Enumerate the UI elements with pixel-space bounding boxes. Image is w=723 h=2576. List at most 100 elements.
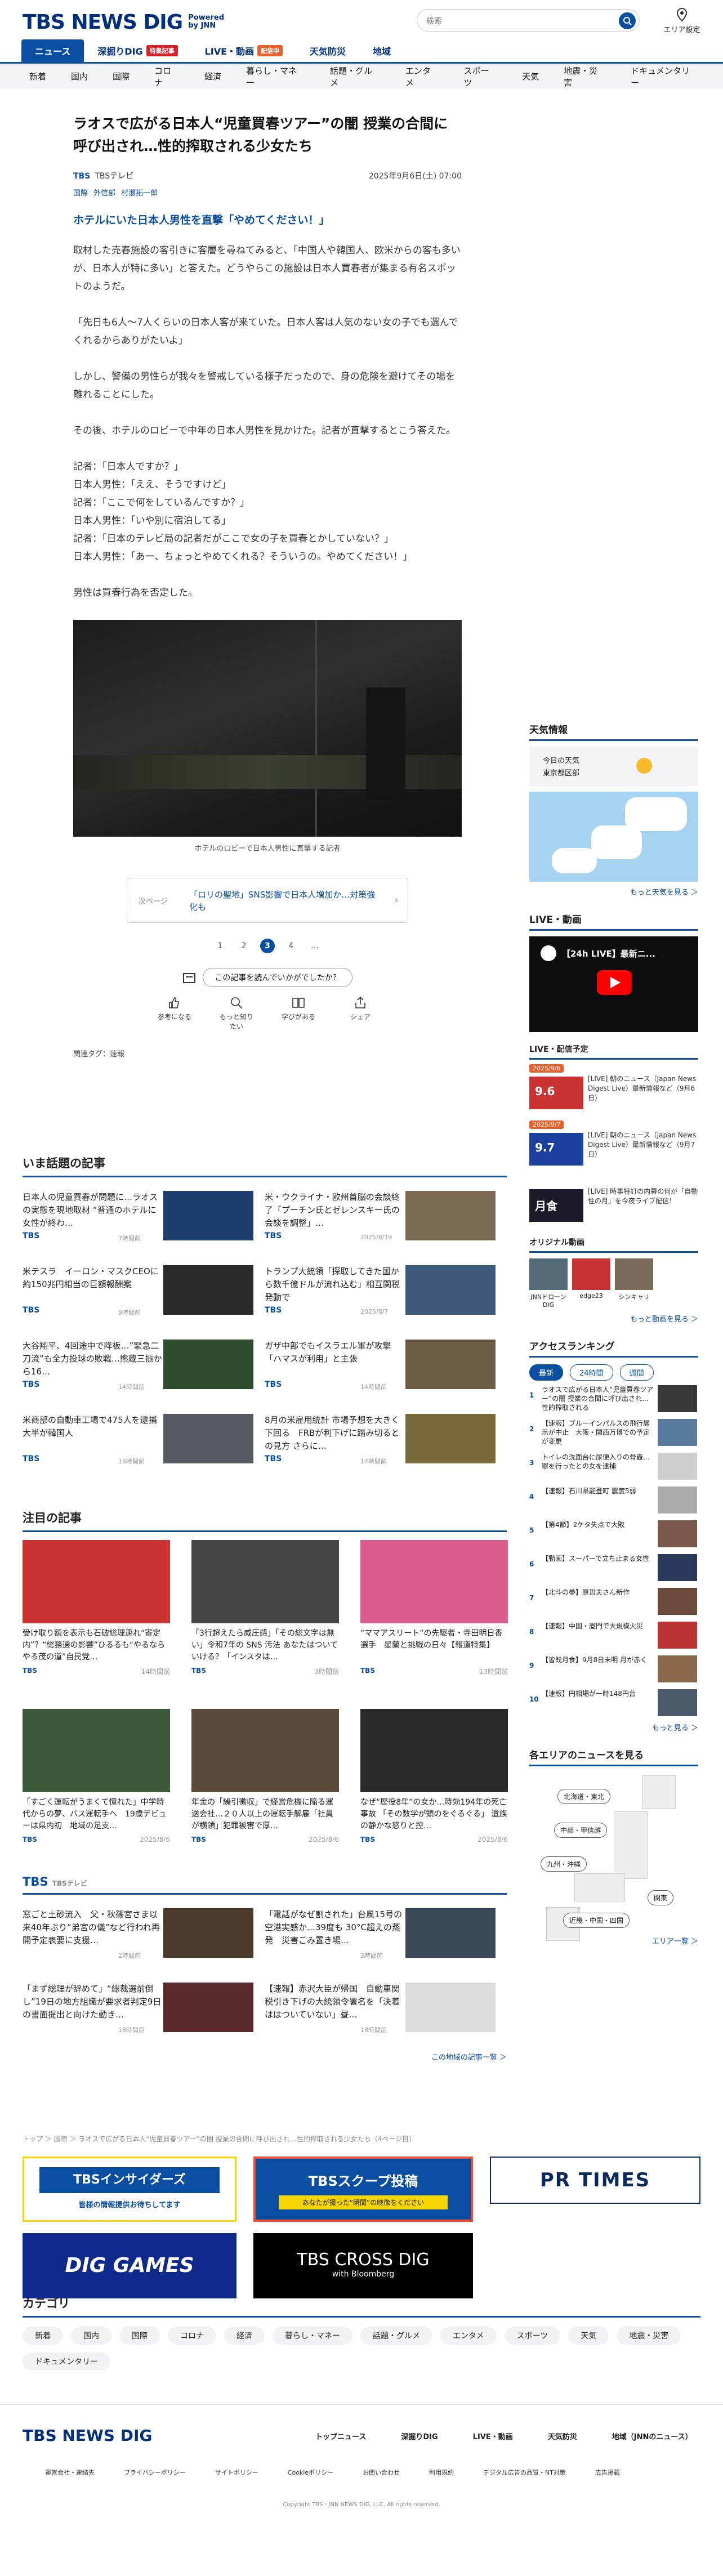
share-button[interactable]: シェア	[341, 996, 380, 1031]
category-link[interactable]: 暮らし・マネー	[246, 65, 305, 88]
category-chip[interactable]: コロナ	[168, 2327, 216, 2345]
tag-link[interactable]: 外信部	[93, 189, 115, 198]
category-link[interactable]: 経済	[204, 70, 221, 82]
weather-more-link[interactable]: もっと天気を見る ＞	[529, 886, 698, 897]
footer-nav-link[interactable]: LIVE・動画	[473, 2431, 513, 2441]
list-item[interactable]: 日本人の児童買春が問題に…ラオスの実態を現地取材 “普通のホテルに女性が終わ… T…	[23, 1185, 265, 1260]
ranking-item[interactable]: 4 【速報】石川県能登町 震度5弱	[529, 1486, 698, 1516]
card[interactable]: 受け取り額を表示も石破総理連れ“寄定内”？“総務選の影響”ひるるも“やるならやる…	[23, 1540, 191, 1709]
footer-link[interactable]: 運営会社・連絡先	[45, 2468, 95, 2477]
footer-nav-link[interactable]: トップニュース	[315, 2431, 366, 2441]
list-item[interactable]: 「電話がなぜ割された」台風15号の空港実感か…39度も 30°C超えの蒸発 災害…	[265, 1903, 507, 1977]
card[interactable]: “ママアスリート”の先駆者・寺田明日香選手 星蘭と挑戦の日々【報道特集】 TBS 1…	[360, 1540, 529, 1709]
tab-news[interactable]: ニュース	[21, 39, 84, 62]
area-button[interactable]: 関東	[648, 1890, 674, 1905]
search-button[interactable]	[619, 12, 636, 29]
footer-nav-link[interactable]: 深掘りDIG	[401, 2431, 438, 2441]
original-more-link[interactable]: もっと動画を見る ＞	[529, 1313, 698, 1324]
category-link[interactable]: 国際	[113, 70, 130, 82]
list-item[interactable]: 米・ウクライナ・欧州首脳の会談終了「プーチン氏とゼレンスキー氏の会談を調整」… T…	[265, 1185, 507, 1260]
footer-nav-link[interactable]: 天気防災	[548, 2431, 577, 2441]
weather-map[interactable]	[529, 792, 698, 882]
ranking-tab[interactable]: 週間	[619, 1364, 654, 1381]
area-button[interactable]: 九州・沖縄	[541, 1856, 587, 1872]
react-learn-button[interactable]: 学びがある	[279, 996, 318, 1031]
page-link[interactable]: 1	[213, 939, 227, 953]
original-item[interactable]: シンキャリ	[615, 1258, 653, 1309]
tab-weather[interactable]: 天気防災	[296, 39, 359, 62]
card[interactable]: 「3行超えたら威圧感」「その総文字は無い」令和7年の SNS 汚法 あなたはつい…	[191, 1540, 360, 1709]
list-item[interactable]: 大谷翔平、4回途中で降板…”緊急二刀流”も全力投球の敗戦…熊蔵三振から16… TB…	[23, 1334, 265, 1408]
category-link[interactable]: エンタメ	[405, 65, 439, 88]
footer-link[interactable]: お問い合わせ	[363, 2468, 400, 2477]
search-input[interactable]	[426, 14, 606, 28]
ranking-item[interactable]: 6 【動画】スーパーで立ち止まる女性	[529, 1554, 698, 1583]
category-link[interactable]: ドキュメンタリー	[631, 65, 698, 88]
category-chip[interactable]: ドキュメンタリー	[23, 2352, 110, 2370]
ranking-tab[interactable]: 最新	[529, 1364, 564, 1381]
category-chip[interactable]: 経済	[224, 2327, 265, 2345]
next-page-link[interactable]: 次ページ 「ロリの聖地」SNS影響で日本人増加か…対策強化も ›	[127, 878, 408, 923]
category-chip[interactable]: エンタメ	[440, 2327, 497, 2345]
site-logo[interactable]: TBS NEWS DIG Powered by JNN	[23, 9, 224, 35]
dig-games-banner[interactable]: DIG GAMES	[23, 2233, 236, 2298]
footer-link[interactable]: 広告掲載	[595, 2468, 620, 2477]
tag-link[interactable]: 国際	[73, 189, 88, 198]
page-link-current[interactable]: 3	[260, 939, 275, 953]
ranking-item[interactable]: 8 【速報】中国・厦門で大規模火災	[529, 1622, 698, 1651]
category-chip[interactable]: 地震・災害	[617, 2327, 681, 2345]
category-chip[interactable]: 国内	[71, 2327, 111, 2345]
footer-link[interactable]: Cookieポリシー	[288, 2468, 333, 2477]
list-item[interactable]: 8月の米雇用統計 市場予想を大きく下回る FRBが利下げに踏み切るとの見方 さら…	[265, 1408, 507, 1483]
area-button[interactable]: 北海道・東北	[557, 1789, 611, 1804]
scoop-banner[interactable]: TBSスクープ投稿 あなたが撮った“瞬間”の映像をください	[253, 2157, 473, 2222]
category-chip[interactable]: 話題・グルメ	[360, 2327, 432, 2345]
category-chip[interactable]: 暮らし・マネー	[273, 2327, 352, 2345]
category-chip[interactable]: 天気	[568, 2327, 609, 2345]
tab-live[interactable]: LIVE・動画 配信中	[191, 39, 296, 62]
card[interactable]: 年金の「繰引徴収」で経営危機に陥る運送会社…２０人以上の運転手解雇「社員が横領」…	[191, 1709, 360, 1878]
list-item[interactable]: 窓ごと土砂流入 父・秋篠宮さま以来40年ぶり“弟宮の儀”など行われ再開予定表要に…	[23, 1903, 265, 1977]
ranking-item[interactable]: 9 【皆既月食】9月8日未明 月が赤く	[529, 1655, 698, 1685]
schedule-item[interactable]: 月食 [LIVE] 時事特訂の内幕の何が「自動性の月」を今夜ライブ配信！	[529, 1177, 698, 1229]
area-button[interactable]: 中部・甲信越	[554, 1823, 608, 1838]
ranking-item[interactable]: 10 【速報】円相場が一時148円台	[529, 1689, 698, 1718]
list-item[interactable]: 米商部の自動車工場で475人を逮捕 大半が韓国人 TBS 16時間前	[23, 1408, 265, 1483]
tab-region[interactable]: 地域	[359, 39, 404, 62]
list-item[interactable]: 米テスラ イーロン・マスクCEOに約150兆円相当の巨額報酬案 TBS 9時間前	[23, 1260, 265, 1334]
original-item[interactable]: JNNドローンDIG	[529, 1258, 568, 1309]
react-more-button[interactable]: もっと知りたい	[217, 996, 256, 1031]
ranking-item[interactable]: 2 【速報】ブルーインパルスの飛行展示が中止 大阪・関西万博での予定が変更	[529, 1419, 698, 1448]
category-chip[interactable]: 新着	[23, 2327, 63, 2345]
category-link[interactable]: 国内	[71, 70, 88, 82]
page-link[interactable]: 2	[236, 939, 251, 953]
category-chip[interactable]: 国際	[119, 2327, 160, 2345]
category-link[interactable]: スポーツ	[463, 65, 497, 88]
category-chip[interactable]: スポーツ	[504, 2327, 561, 2345]
card[interactable]: 「すごく運転がうまくて憧れた」中学時代からの夢、バス運転手へ 19歳デビューは県…	[23, 1709, 191, 1878]
ranking-more-link[interactable]: もっと見る ＞	[529, 1722, 698, 1733]
ranking-item[interactable]: 1 ラオスで広がる日本人“児童買春ツアー”の闇 授業の合間に呼び出され…性的搾取さ…	[529, 1385, 698, 1414]
footer-link[interactable]: プライバシーポリシー	[124, 2468, 186, 2477]
category-link[interactable]: コロナ	[154, 65, 180, 88]
prtimes-banner[interactable]: PR TIMES	[490, 2157, 700, 2204]
insiders-banner[interactable]: TBSインサイダーズ 皆様の情報提供お待ちしてます	[23, 2157, 236, 2222]
source-name[interactable]: TBSテレビ	[95, 172, 133, 181]
react-helpful-button[interactable]: 参考になる	[155, 996, 194, 1031]
ranking-tab[interactable]: 24時間	[570, 1364, 613, 1381]
original-item[interactable]: edge23	[572, 1258, 610, 1309]
weather-widget[interactable]: 今日の天気 東京都区部	[529, 747, 698, 786]
regional-more-link[interactable]: この地域の記事一覧 ＞	[23, 2051, 507, 2062]
crossdig-banner[interactable]: TBS CROSS DIG with Bloomberg	[253, 2233, 473, 2298]
schedule-item[interactable]: 2025/9/6 9.6 [LIVE] 朝のニュース（Japan News Dige…	[529, 1064, 698, 1116]
live-player[interactable]: 【24h LIVE】最新ニ...	[529, 936, 698, 1032]
schedule-item[interactable]: 2025/9/7 9.7 [LIVE] 朝のニュース（Japan News Dige…	[529, 1120, 698, 1172]
list-item[interactable]: 「まず総理が辞めて」“総裁選前倒し”19日の地方組織が要求者判定9日の書面提出と…	[23, 1977, 265, 2051]
footer-logo[interactable]: TBS NEWS DIG	[23, 2426, 152, 2445]
tab-dig[interactable]: 深掘りDIG 特集記事	[84, 39, 191, 62]
list-item[interactable]: トランプ大統領「探取してきた国から数千億ドルが流れ込む」相互関税発動で TBS 20…	[265, 1260, 507, 1334]
area-button[interactable]: 近畿・中国・四国	[563, 1913, 630, 1928]
footer-link[interactable]: 利用規約	[429, 2468, 454, 2477]
category-link[interactable]: 新着	[29, 70, 46, 82]
category-link[interactable]: 天気	[522, 70, 539, 82]
